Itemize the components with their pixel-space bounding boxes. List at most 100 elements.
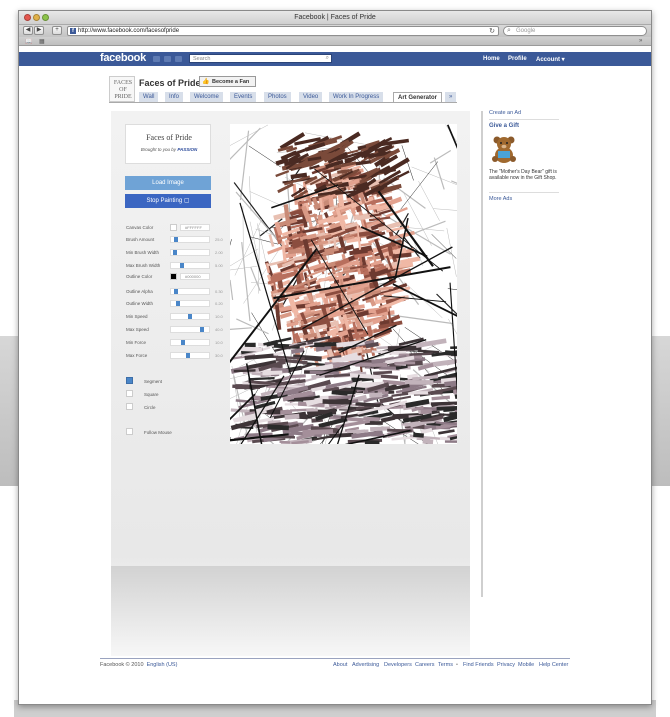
language-link[interactable]: English (US) <box>147 662 178 668</box>
home-link[interactable]: Home <box>483 56 500 62</box>
top-sites-icon[interactable]: ▦ <box>39 38 45 45</box>
control-slider[interactable] <box>170 262 210 269</box>
control-value: 40.0 <box>215 327 223 332</box>
logo-text-line: OF <box>119 87 127 93</box>
tab-video[interactable]: Video <box>299 92 323 102</box>
shape-label: Segment <box>144 379 163 384</box>
search-icon: ⌕ <box>325 55 329 61</box>
friend-requests-icon[interactable] <box>153 56 160 62</box>
control-slider[interactable] <box>170 326 210 333</box>
stop-square-icon: ▢ <box>183 198 190 204</box>
color-hex-input[interactable]: #FFFFFF <box>180 224 210 231</box>
tab-art-generator[interactable]: Art Generator <box>393 92 443 102</box>
become-a-fan-button[interactable]: 👍 Become a Fan <box>199 76 256 87</box>
footer-link[interactable]: Mobile <box>518 662 534 668</box>
tab-work-in-progress[interactable]: Work In Progress <box>329 92 384 102</box>
divider <box>489 119 559 120</box>
footer-link[interactable]: Privacy <box>497 662 515 668</box>
window-title: Facebook | Faces of Pride <box>294 14 376 21</box>
add-bookmark-icon[interactable]: + <box>52 26 62 35</box>
control-label: Outline Width <box>126 301 154 306</box>
facebook-search-input[interactable]: Search ⌕ <box>189 54 332 63</box>
control-slider[interactable] <box>170 249 210 256</box>
tab-welcome[interactable]: Welcome <box>190 92 223 102</box>
slider-thumb[interactable] <box>200 327 204 332</box>
tab-events[interactable]: Events <box>230 92 257 102</box>
tab-info[interactable]: Info <box>165 92 184 102</box>
browser-search-input[interactable]: ⌕ Google <box>503 26 647 36</box>
follow-mouse-checkbox[interactable] <box>126 428 133 435</box>
control-label: Canvas Color <box>126 225 154 230</box>
footer-link[interactable]: Advertising <box>352 662 379 668</box>
control-label: Max Brush Width <box>126 263 161 268</box>
color-swatch[interactable] <box>170 273 177 280</box>
reload-icon[interactable]: ↻ <box>489 27 495 35</box>
control-label: Min Speed <box>126 314 148 319</box>
facebook-logo[interactable]: facebook <box>100 52 146 64</box>
footer-link[interactable]: Terms <box>438 662 453 668</box>
copyright-text: Facebook © 2010 <box>100 662 144 668</box>
account-menu[interactable]: Account ▾ <box>536 56 565 63</box>
tab-wall[interactable]: Wall <box>139 92 159 102</box>
control-slider[interactable] <box>170 352 210 359</box>
give-a-gift-heading[interactable]: Give a Gift <box>489 123 519 129</box>
slider-thumb[interactable] <box>188 314 192 319</box>
teddy-bear-gift-icon[interactable] <box>489 134 519 164</box>
bookmarks-overflow-icon[interactable]: » <box>639 38 642 44</box>
tabs-more-button[interactable]: » <box>445 92 457 102</box>
control-slider[interactable] <box>170 313 210 320</box>
control-slider[interactable] <box>170 288 210 295</box>
favicon-icon: f <box>70 28 76 34</box>
slider-thumb[interactable] <box>173 250 177 255</box>
load-image-button[interactable]: Load Image <box>125 176 211 190</box>
brand-title: Faces of Pride <box>146 133 192 142</box>
control-label: Outline Alpha <box>126 289 153 294</box>
control-label: Max Force <box>126 353 148 358</box>
slider-thumb[interactable] <box>186 353 190 358</box>
slider-thumb[interactable] <box>180 263 184 268</box>
profile-link[interactable]: Profile <box>508 56 527 62</box>
shape-checkbox[interactable] <box>126 377 133 384</box>
shape-checkbox[interactable] <box>126 390 133 397</box>
browser-search-placeholder: Google <box>516 28 536 34</box>
page-profile-picture[interactable]: FACES OF PRIDE <box>109 76 135 102</box>
create-an-ad-link[interactable]: Create an Ad <box>489 110 521 116</box>
messages-icon[interactable] <box>164 56 171 62</box>
control-slider[interactable] <box>170 236 210 243</box>
search-icon: ⌕ <box>507 27 511 34</box>
back-icon[interactable]: ◀ <box>23 26 33 35</box>
control-value: 0.20 <box>215 301 223 306</box>
color-hex-input[interactable]: #000000 <box>180 273 210 280</box>
stop-painting-label: Stop Painting <box>146 198 183 204</box>
footer-link[interactable]: Careers <box>415 662 435 668</box>
thumbs-up-icon: 👍 <box>202 79 210 85</box>
color-swatch[interactable] <box>170 224 177 231</box>
footer-link[interactable]: Find Friends <box>463 662 494 668</box>
bookmarks-bar: 📖 ▦ » <box>19 37 651 46</box>
control-label: Brush Amount <box>126 237 155 242</box>
slider-thumb[interactable] <box>181 340 185 345</box>
slider-thumb[interactable] <box>176 301 180 306</box>
become-a-fan-label: Become a Fan <box>212 79 250 85</box>
control-value: 25.0 <box>215 237 223 242</box>
painting-canvas[interactable] <box>230 124 457 444</box>
slider-thumb[interactable] <box>174 237 178 242</box>
follow-mouse-label: Follow Mouse <box>144 430 172 435</box>
footer-rule <box>100 658 570 659</box>
slider-thumb[interactable] <box>174 289 178 294</box>
footer-link[interactable]: About <box>333 662 347 668</box>
notifications-icon[interactable] <box>175 56 182 62</box>
reading-list-icon[interactable]: 📖 <box>25 38 32 45</box>
control-slider[interactable] <box>170 300 210 307</box>
footer-link[interactable]: Help Center <box>539 662 568 668</box>
stop-painting-button[interactable]: Stop Painting ▢ <box>125 194 211 208</box>
control-label: Outline Color <box>126 274 153 279</box>
tab-photos[interactable]: Photos <box>264 92 291 102</box>
shape-checkbox[interactable] <box>126 403 133 410</box>
more-ads-link[interactable]: More Ads <box>489 196 512 202</box>
address-bar[interactable]: f http://www.facebook.com/facesofpride ↻ <box>67 26 499 36</box>
forward-icon[interactable]: ▶ <box>34 26 44 35</box>
control-slider[interactable] <box>170 339 210 346</box>
footer-link[interactable]: Developers <box>384 662 412 668</box>
brand-subtitle: Brought to you by PASSION <box>126 147 212 152</box>
